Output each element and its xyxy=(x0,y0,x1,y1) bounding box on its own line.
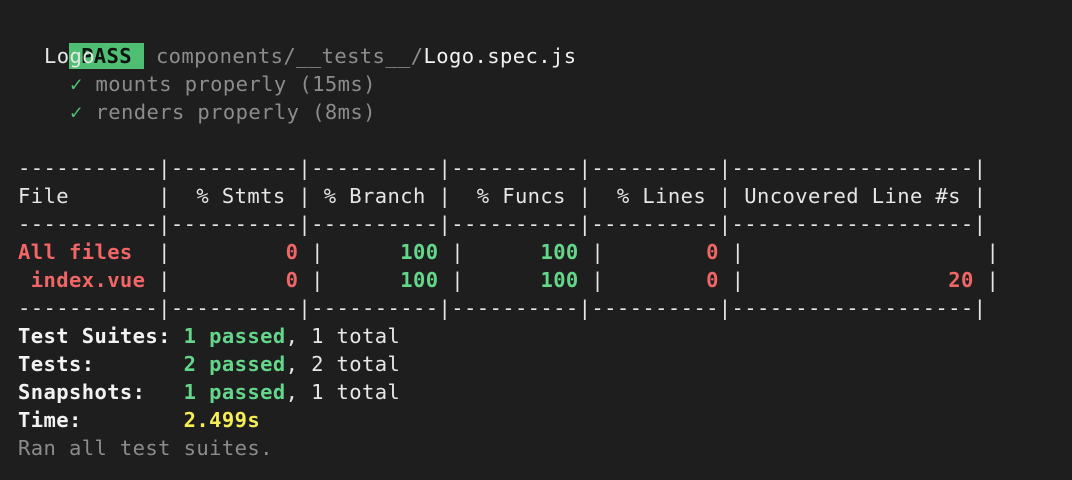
passed-count: 1 passed xyxy=(183,324,286,348)
branch-cell: 100 xyxy=(400,240,439,264)
table-divider: -----------|----------|----------|------… xyxy=(18,296,987,320)
test-file-dir: components/__tests__/ xyxy=(155,44,424,68)
test-result-row: ✓ mounts properly (15ms) xyxy=(18,70,376,98)
summary-suites: Test Suites: 1 passed, 1 total xyxy=(18,322,400,350)
summary-label: Snapshots: xyxy=(18,380,146,404)
summary-label: Time: xyxy=(18,408,82,432)
table-divider: -----------|----------|----------|------… xyxy=(18,212,987,236)
describe-label: Logo xyxy=(44,44,95,68)
summary-label: Tests: xyxy=(18,352,95,376)
passed-count: 2 passed xyxy=(183,352,286,376)
stmts-cell: 0 xyxy=(285,268,299,292)
time-value: 2.499s xyxy=(183,408,261,432)
table-divider: -----------|----------|----------|------… xyxy=(18,156,987,180)
funcs-cell: 100 xyxy=(540,268,579,292)
test-name: renders properly (8ms) xyxy=(95,100,376,124)
test-name: mounts properly (15ms) xyxy=(95,72,376,96)
footer-message: Ran all test suites. xyxy=(18,436,273,460)
test-file-name: Logo.spec.js xyxy=(423,44,577,68)
checkmark-icon: ✓ xyxy=(70,72,83,96)
total-count: , 1 total xyxy=(285,324,401,348)
test-file-header: PASS components/__tests__/Logo.spec.js xyxy=(18,14,576,69)
total-count: , 1 total xyxy=(285,380,401,404)
summary-label: Test Suites: xyxy=(18,324,171,348)
summary-time: Time: 2.499s xyxy=(18,406,260,434)
passed-count: 1 passed xyxy=(183,380,286,404)
file-cell: index.vue xyxy=(18,268,146,292)
table-row: All files | 0 | 100 | 100 | 0 | | xyxy=(18,240,1000,264)
total-count: , 2 total xyxy=(285,352,401,376)
test-result-row: ✓ renders properly (8ms) xyxy=(18,98,376,126)
table-row: index.vue | 0 | 100 | 100 | 0 | 20 | xyxy=(18,268,1000,292)
checkmark-icon: ✓ xyxy=(70,100,83,124)
summary-snapshots: Snapshots: 1 passed, 1 total xyxy=(18,378,400,406)
uncovered-cell: 20 xyxy=(948,268,974,292)
file-cell: All files xyxy=(18,240,146,264)
lines-cell: 0 xyxy=(706,240,719,264)
summary-tests: Tests: 2 passed, 2 total xyxy=(18,350,400,378)
terminal-window: PASS components/__tests__/Logo.spec.js Lo… xyxy=(0,0,1072,480)
branch-cell: 100 xyxy=(400,268,439,292)
stmts-cell: 0 xyxy=(285,240,299,264)
lines-cell: 0 xyxy=(706,268,719,292)
funcs-cell: 100 xyxy=(540,240,579,264)
table-header: File | % Stmts | % Branch | % Funcs | % … xyxy=(18,184,987,208)
